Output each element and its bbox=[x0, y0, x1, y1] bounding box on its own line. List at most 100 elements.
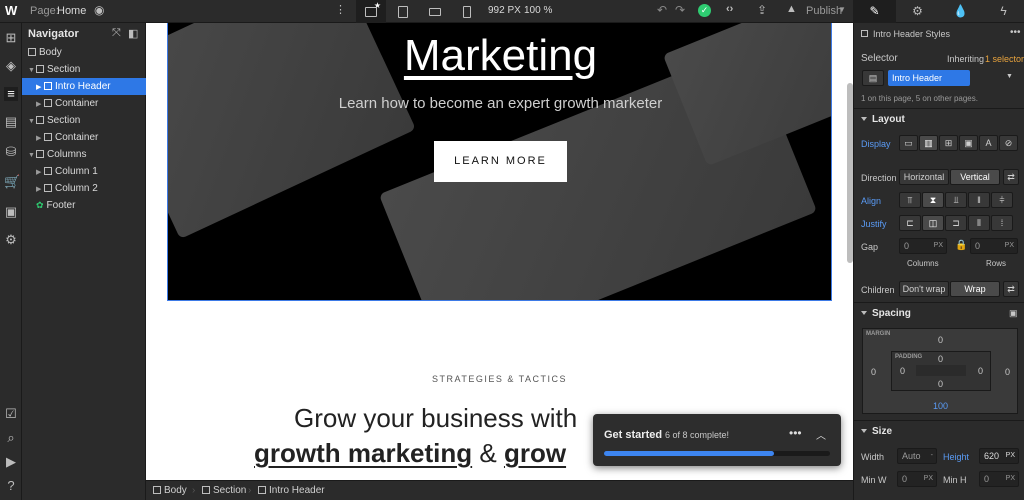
add-icon[interactable]: ⊞ bbox=[4, 31, 18, 45]
nav-item-column-1[interactable]: ▶ Column 1 bbox=[22, 163, 146, 180]
code-icon[interactable]: ‹› bbox=[726, 3, 733, 15]
justify-start-button[interactable]: ⊏ bbox=[899, 215, 921, 231]
min-height-input[interactable]: 0 PX bbox=[979, 471, 1019, 487]
padding-box[interactable]: PADDING 0 0 0 0 bbox=[891, 351, 991, 391]
align-stretch-button[interactable]: ‖ bbox=[968, 192, 990, 208]
align-baseline-button[interactable]: ⫩ bbox=[991, 192, 1013, 208]
nav-item-intro-header[interactable]: ▶ Intro Header bbox=[22, 78, 146, 95]
search-icon[interactable]: ⌕ bbox=[4, 431, 18, 445]
unit-label[interactable]: PX bbox=[924, 472, 933, 486]
unit-label[interactable]: PX bbox=[1005, 239, 1014, 253]
redo-icon[interactable]: ↷ bbox=[675, 3, 685, 17]
padding-left[interactable]: 0 bbox=[900, 366, 905, 376]
page-name[interactable]: Home bbox=[57, 5, 86, 17]
tablet-breakpoint-button[interactable] bbox=[388, 0, 418, 23]
unit-label[interactable]: PX bbox=[934, 239, 943, 253]
nav-item-body[interactable]: Body bbox=[22, 44, 146, 61]
padding-bottom[interactable]: 0 bbox=[938, 379, 943, 389]
nav-item-columns[interactable]: ▼ Columns bbox=[22, 146, 146, 163]
caret-right-icon[interactable]: ▶ bbox=[36, 96, 44, 113]
wrap-button[interactable]: Wrap bbox=[950, 281, 1000, 297]
dont-wrap-button[interactable]: Don't wrap bbox=[899, 281, 949, 297]
nav-item-section[interactable]: ▼ Section bbox=[22, 112, 146, 129]
more-icon[interactable]: ••• bbox=[789, 426, 802, 440]
size-section-header[interactable]: Size bbox=[854, 420, 1024, 442]
gap-rows-input[interactable]: 0 PX bbox=[970, 238, 1018, 254]
check-status-icon[interactable]: ✓ bbox=[698, 4, 711, 17]
assets-icon[interactable]: ▣ bbox=[4, 205, 18, 219]
margin-right[interactable]: 0 bbox=[1005, 367, 1010, 377]
mobile-landscape-breakpoint-button[interactable] bbox=[420, 0, 450, 23]
hero-subtitle[interactable]: Learn how to become an expert growth mar… bbox=[168, 95, 831, 112]
navigator-icon[interactable]: ≡ bbox=[4, 87, 18, 101]
cart-icon[interactable]: 🛒 bbox=[4, 175, 20, 189]
desktop-breakpoint-button[interactable]: ★ bbox=[356, 0, 386, 23]
get-started-popup[interactable]: Get started 6 of 8 complete! ••• ︿ bbox=[593, 414, 841, 466]
justify-between-button[interactable]: ⦀ bbox=[968, 215, 990, 231]
justify-end-button[interactable]: ⊐ bbox=[945, 215, 967, 231]
pin-icon[interactable]: ⤧ bbox=[112, 27, 121, 40]
nav-item-column-2[interactable]: ▶ Column 2 bbox=[22, 180, 146, 197]
breadcrumb-section[interactable]: Section bbox=[202, 485, 246, 496]
gap-columns-input[interactable]: 0 PX bbox=[899, 238, 947, 254]
direction-horizontal-button[interactable]: Horizontal bbox=[899, 169, 949, 185]
caret-right-icon[interactable]: ▶ bbox=[36, 181, 44, 198]
nav-item-section[interactable]: ▼ Section bbox=[22, 61, 146, 78]
style-manager-tab[interactable]: 💧 bbox=[939, 0, 982, 23]
dock-icon[interactable]: ◧ bbox=[128, 27, 138, 40]
display-none-button[interactable]: ⊘ bbox=[999, 135, 1018, 151]
webflow-logo[interactable]: W bbox=[5, 3, 17, 18]
spacing-section-header[interactable]: Spacing bbox=[854, 302, 1024, 324]
video-icon[interactable]: ▶ bbox=[4, 455, 18, 469]
selector-pill[interactable]: Intro Header bbox=[888, 70, 970, 86]
collapse-chevron-icon[interactable]: ︿ bbox=[816, 427, 826, 442]
margin-left[interactable]: 0 bbox=[871, 367, 876, 377]
align-start-button[interactable]: ⫪ bbox=[899, 192, 921, 208]
caret-right-icon[interactable]: ▶ bbox=[36, 130, 44, 147]
cms-icon[interactable]: ⛁ bbox=[4, 145, 18, 159]
caret-down-icon[interactable]: ▼ bbox=[28, 62, 36, 79]
padding-right[interactable]: 0 bbox=[978, 366, 983, 376]
caret-down-icon[interactable]: ▼ bbox=[28, 113, 36, 130]
interactions-tab[interactable]: ϟ bbox=[982, 0, 1024, 23]
export-icon[interactable]: ⇪ bbox=[757, 3, 767, 17]
margin-top[interactable]: 0 bbox=[938, 335, 943, 345]
more-vertical-icon[interactable]: ⋮ bbox=[335, 3, 346, 16]
style-tab[interactable]: ✎ bbox=[853, 0, 896, 23]
layout-section-header[interactable]: Layout bbox=[854, 108, 1024, 130]
unit-label[interactable]: PX bbox=[1006, 472, 1015, 486]
lock-icon[interactable]: 🔒 bbox=[955, 240, 967, 251]
nav-item-container[interactable]: ▶ Container bbox=[22, 129, 146, 146]
wrap-reverse-button[interactable]: ⇄ bbox=[1003, 281, 1019, 297]
display-inline-block-button[interactable]: ▣ bbox=[959, 135, 978, 151]
justify-center-button[interactable]: ◫ bbox=[922, 215, 944, 231]
justify-around-button[interactable]: ⁞ bbox=[991, 215, 1013, 231]
direction-vertical-button[interactable]: Vertical bbox=[950, 169, 1000, 185]
intro-header[interactable]: Marketing Learn how to become an expert … bbox=[167, 23, 832, 301]
display-inline-button[interactable]: A bbox=[979, 135, 998, 151]
unit-label[interactable]: PX bbox=[1006, 449, 1015, 463]
settings-tab[interactable]: ⚙ bbox=[896, 0, 939, 23]
breadcrumb-body[interactable]: Body bbox=[153, 485, 187, 496]
margin-bottom[interactable]: 100 bbox=[933, 401, 948, 411]
display-block-button[interactable]: ▭ bbox=[899, 135, 918, 151]
nav-item-container[interactable]: ▶ Container bbox=[22, 95, 146, 112]
nav-item-footer[interactable]: ✿ Footer bbox=[22, 197, 146, 214]
align-center-button[interactable]: ⧗ bbox=[922, 192, 944, 208]
section-eyebrow[interactable]: STRATEGIES & TACTICS bbox=[146, 374, 853, 384]
more-icon[interactable]: ••• bbox=[1010, 27, 1021, 38]
reverse-direction-button[interactable]: ⇄ bbox=[1003, 169, 1019, 185]
styles-checkbox-icon[interactable] bbox=[861, 30, 868, 37]
breadcrumb-intro-header[interactable]: Intro Header bbox=[258, 485, 325, 496]
padding-top[interactable]: 0 bbox=[938, 354, 943, 364]
caret-right-icon[interactable]: ▶ bbox=[36, 164, 44, 181]
cube-icon[interactable]: ◈ bbox=[4, 59, 18, 73]
box-model-editor[interactable]: MARGIN 0 0 0 100 PADDING 0 0 0 0 bbox=[862, 328, 1018, 414]
undo-icon[interactable]: ↶ bbox=[657, 3, 667, 17]
mobile-portrait-breakpoint-button[interactable] bbox=[452, 0, 482, 23]
section-heading-line1[interactable]: Grow your business with bbox=[294, 403, 577, 434]
display-flex-button[interactable]: ▥ bbox=[919, 135, 938, 151]
selector-icon-button[interactable]: ▤ bbox=[862, 70, 884, 86]
design-canvas[interactable]: Marketing Learn how to become an expert … bbox=[146, 23, 853, 480]
selector-dropdown-icon[interactable]: ▼ bbox=[1006, 73, 1013, 80]
